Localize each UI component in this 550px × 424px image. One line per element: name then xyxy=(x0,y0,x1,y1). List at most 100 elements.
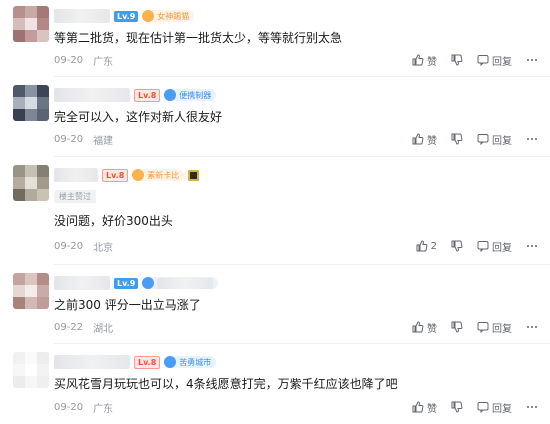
comment-date: 09-20 xyxy=(54,401,84,413)
medal-label-blurred xyxy=(157,277,214,289)
reply-button[interactable]: 回复 xyxy=(477,53,512,68)
more-icon xyxy=(527,326,537,328)
reply-icon xyxy=(477,241,489,252)
comment-date: 09-20 xyxy=(54,54,84,66)
more-button[interactable] xyxy=(526,54,538,66)
fan-medal: 女神踢猫 xyxy=(142,10,195,22)
comment-text: 完全可以入，这作对新人很友好 xyxy=(54,110,223,124)
dislike-button[interactable] xyxy=(451,401,463,413)
thumbs-down-icon xyxy=(451,54,463,66)
comment-location: 湖北 xyxy=(93,323,114,335)
like-button[interactable]: 赞 xyxy=(412,53,437,68)
reply-button[interactable]: 回复 xyxy=(477,400,512,415)
comment-location: 福建 xyxy=(93,135,114,147)
reply-icon xyxy=(477,55,489,66)
thumbs-down-icon xyxy=(451,240,463,252)
dislike-button[interactable] xyxy=(451,240,463,252)
fan-medal xyxy=(142,277,219,289)
thumbs-up-icon xyxy=(412,321,424,333)
like-label: 赞 xyxy=(427,56,437,68)
username[interactable] xyxy=(54,88,130,102)
comment-footer: 09-22 湖北 赞 回复 xyxy=(54,318,538,336)
more-icon xyxy=(527,59,537,61)
like-label: 赞 xyxy=(427,323,437,335)
avatar[interactable] xyxy=(13,165,49,201)
reply-button[interactable]: 回复 xyxy=(477,320,512,335)
comment-location: 广东 xyxy=(93,56,114,68)
level-badge: Lv.9 xyxy=(114,277,139,289)
like-button[interactable]: 赞 xyxy=(412,132,437,147)
like-count: 2 xyxy=(430,240,437,252)
comment-text: 没问题，好价300出头 xyxy=(54,214,173,228)
more-button[interactable] xyxy=(526,321,538,333)
thumbs-down-icon xyxy=(451,401,463,413)
reply-button[interactable]: 回复 xyxy=(477,239,512,254)
like-button[interactable]: 2 xyxy=(416,240,437,252)
reply-button[interactable]: 回复 xyxy=(477,132,512,147)
level-badge: Lv.8 xyxy=(134,88,161,102)
comment-footer: 09-20 福建 赞 回复 xyxy=(54,130,538,148)
reply-label: 回复 xyxy=(492,323,512,335)
fan-medal: 苦勇城市 xyxy=(164,356,217,368)
username[interactable] xyxy=(54,355,130,369)
comment-date: 09-20 xyxy=(54,133,84,145)
comment-text: 等第二批货，现在估计第一批货太少，等等就行别太急 xyxy=(54,31,343,45)
avatar[interactable] xyxy=(13,6,49,42)
username[interactable] xyxy=(54,9,110,23)
level-badge: Lv.9 xyxy=(114,10,139,22)
dislike-button[interactable] xyxy=(451,321,463,333)
more-icon xyxy=(527,138,537,140)
comment-location: 广东 xyxy=(93,403,114,415)
medal-icon xyxy=(132,169,145,181)
comment-footer: 09-20 北京 2 回复 xyxy=(54,237,538,255)
username[interactable] xyxy=(54,276,110,290)
reply-icon xyxy=(477,402,489,413)
thumbs-up-icon xyxy=(416,240,428,252)
medal-icon xyxy=(142,10,155,22)
like-label: 赞 xyxy=(427,135,437,147)
comment-location: 北京 xyxy=(93,242,114,254)
dislike-button[interactable] xyxy=(451,54,463,66)
username[interactable] xyxy=(54,168,98,182)
comment-meta: Lv.8 苦勇城市 xyxy=(54,354,217,370)
comment-footer: 09-20 广东 赞 回复 xyxy=(54,51,538,69)
more-button[interactable] xyxy=(526,133,538,145)
medal-label: 女神踢猫 xyxy=(157,11,190,21)
reply-label: 回复 xyxy=(492,56,512,68)
divider xyxy=(54,156,550,157)
comment-meta: Lv.8 便携制器 xyxy=(54,87,217,103)
fan-medal: 素新卡比 xyxy=(132,169,185,181)
more-icon xyxy=(527,245,537,247)
thumbs-up-icon xyxy=(412,54,424,66)
medal-icon xyxy=(142,277,155,289)
divider xyxy=(54,76,550,77)
avatar[interactable] xyxy=(13,85,49,121)
thumbs-up-icon xyxy=(412,133,424,145)
like-label: 赞 xyxy=(427,403,437,415)
avatar[interactable] xyxy=(13,352,49,388)
level-badge: Lv.8 xyxy=(102,168,129,182)
thumbs-down-icon xyxy=(451,321,463,333)
fan-medal: 便携制器 xyxy=(164,89,217,101)
more-button[interactable] xyxy=(526,401,538,413)
comment-text: 之前300 评分一出立马涨了 xyxy=(54,298,201,312)
comment-date: 09-20 xyxy=(54,240,84,252)
comment-meta: Lv.9 女神踢猫 xyxy=(54,8,195,24)
reply-label: 回复 xyxy=(492,242,512,254)
divider xyxy=(54,264,550,265)
more-button[interactable] xyxy=(526,240,538,252)
more-icon xyxy=(527,406,537,408)
reply-icon xyxy=(477,322,489,333)
comment-date: 09-22 xyxy=(54,321,84,333)
comment-meta: Lv.9 xyxy=(54,275,219,291)
level-badge: Lv.8 xyxy=(134,355,161,369)
avatar[interactable] xyxy=(13,273,49,309)
comment-text: 买风花雪月玩玩也可以，4条线愿意打完，万紫千红应该也降了吧 xyxy=(54,377,398,391)
thumbs-up-icon xyxy=(412,401,424,413)
like-button[interactable]: 赞 xyxy=(412,400,437,415)
reply-icon xyxy=(477,134,489,145)
op-liked-tag: 楼主赞过 xyxy=(54,190,96,203)
medal-icon xyxy=(164,356,177,368)
like-button[interactable]: 赞 xyxy=(412,320,437,335)
dislike-button[interactable] xyxy=(451,133,463,145)
